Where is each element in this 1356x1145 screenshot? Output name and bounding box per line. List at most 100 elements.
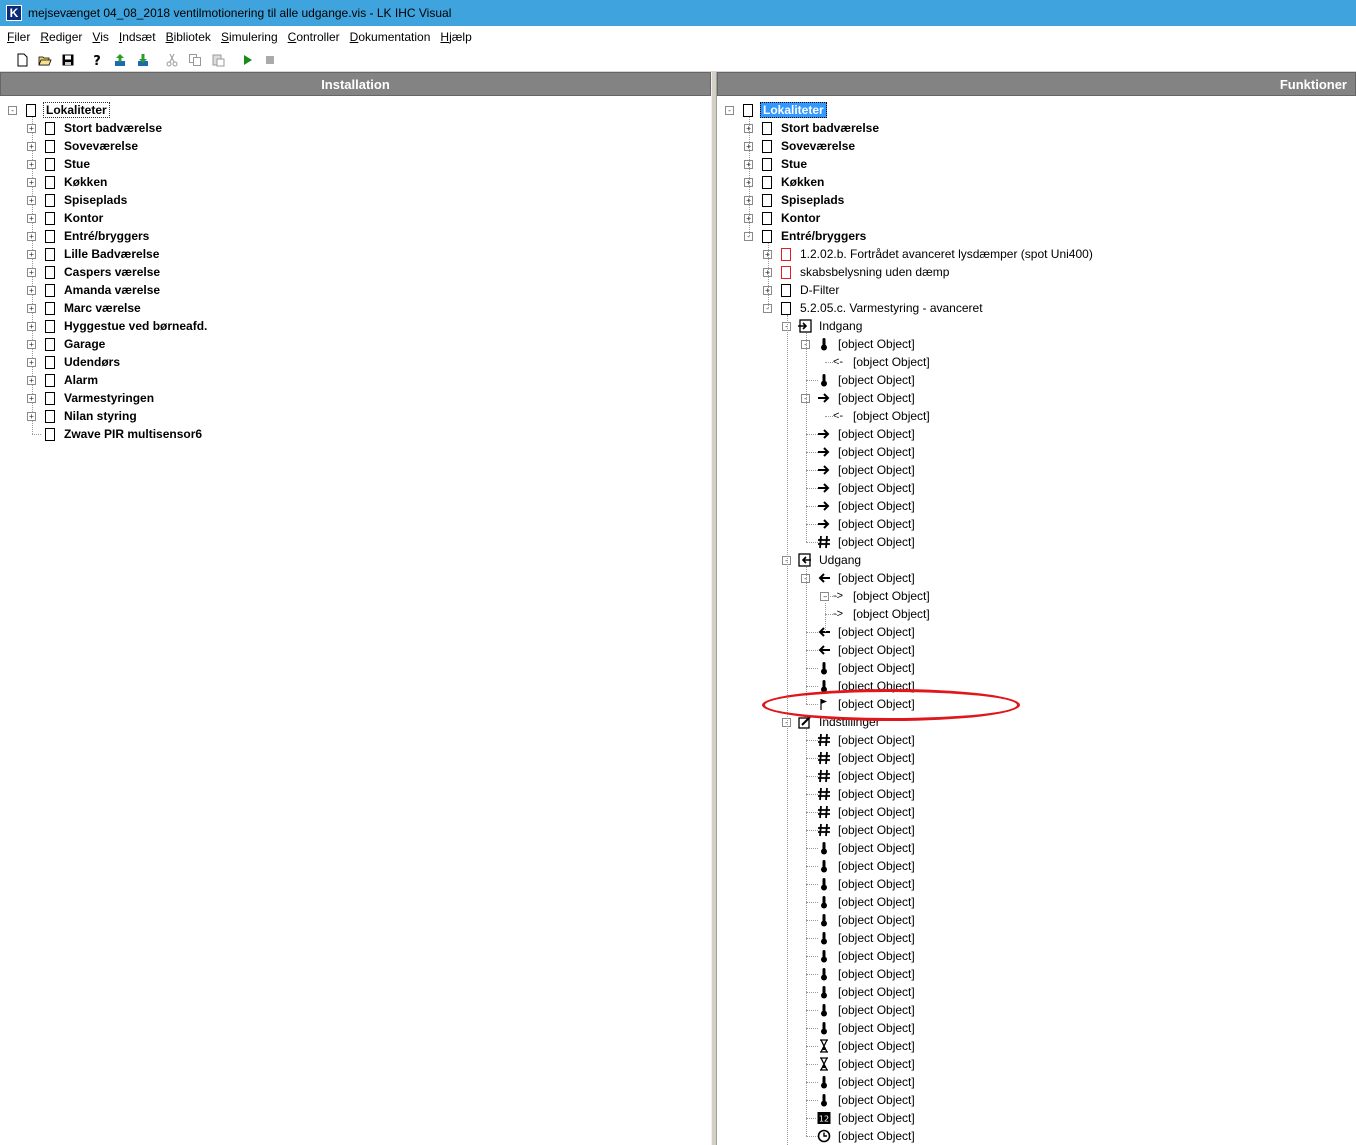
location-item[interactable]: + Spiseplads — [27, 191, 129, 209]
setting-item[interactable]: [object Object] — [801, 1001, 917, 1019]
expand-icon[interactable]: + — [27, 249, 36, 259]
setting-item[interactable]: [object Object] — [801, 803, 917, 821]
location-item[interactable]: + Alarm — [27, 371, 100, 389]
expand-icon[interactable]: + — [27, 195, 36, 205]
expand-icon[interactable]: + — [27, 339, 36, 349]
datapoint-item[interactable]: [object Object] — [801, 443, 917, 461]
cut-button[interactable] — [160, 50, 183, 70]
expand-icon[interactable]: + — [27, 159, 36, 169]
location-item[interactable]: + Varmestyringen — [27, 389, 156, 407]
group-udgang[interactable]: - Udgang — [782, 551, 863, 569]
download-button[interactable] — [131, 50, 154, 70]
location-item[interactable]: + Stue — [27, 155, 92, 173]
datapoint-item[interactable]: - [object Object] — [801, 335, 917, 353]
expand-icon[interactable]: + — [27, 303, 36, 313]
function-block-item[interactable]: -5.2.05.c. Varmestyring - avanceret — [763, 299, 985, 317]
run-button[interactable] — [235, 50, 258, 70]
stop-button[interactable] — [258, 50, 281, 70]
setting-item[interactable]: [object Object] — [801, 785, 917, 803]
expand-icon[interactable]: + — [27, 177, 36, 187]
location-item[interactable]: + Udendørs — [27, 353, 122, 371]
setting-item[interactable]: [object Object] — [801, 1055, 917, 1073]
location-item[interactable]: + Spiseplads — [744, 191, 846, 209]
setting-item[interactable]: [object Object] — [801, 1073, 917, 1091]
function-block-item[interactable]: +1.2.02.b. Fortrådet avanceret lysdæmper… — [763, 245, 1095, 263]
location-item[interactable]: + Kontor — [27, 209, 105, 227]
expand-icon[interactable]: + — [27, 267, 36, 277]
expand-icon[interactable]: + — [27, 285, 36, 295]
setting-item[interactable]: [object Object] — [801, 821, 917, 839]
setting-item[interactable]: [object Object] — [801, 875, 917, 893]
setting-item[interactable]: [object Object] — [801, 983, 917, 1001]
setting-item[interactable]: [object Object] — [801, 947, 917, 965]
datapoint-item[interactable]: [object Object] — [801, 659, 917, 677]
datapoint-item[interactable]: - [object Object] — [801, 569, 917, 587]
location-item[interactable]: + Køkken — [744, 173, 826, 191]
location-item[interactable]: - Entré/bryggers — [744, 227, 868, 245]
location-item[interactable]: + Marc værelse — [27, 299, 143, 317]
expand-icon[interactable]: + — [27, 231, 36, 241]
new-file-button[interactable] — [10, 50, 33, 70]
setting-item[interactable]: [object Object] — [801, 731, 917, 749]
expand-icon[interactable]: + — [27, 321, 36, 331]
expand-icon[interactable]: + — [27, 213, 36, 223]
save-button[interactable] — [56, 50, 79, 70]
setting-item[interactable]: [object Object] — [801, 1091, 917, 1109]
location-item[interactable]: + Nilan styring — [27, 407, 139, 425]
location-item[interactable]: + Kontor — [744, 209, 822, 227]
paste-button[interactable] — [206, 50, 229, 70]
setting-item[interactable]: [object Object] — [801, 839, 917, 857]
copy-button[interactable] — [183, 50, 206, 70]
expand-icon[interactable]: + — [27, 123, 36, 133]
datapoint-item[interactable]: [object Object] — [801, 371, 917, 389]
open-folder-button[interactable] — [33, 50, 56, 70]
setting-item[interactable]: [object Object] — [801, 893, 917, 911]
menu-hjælp[interactable]: Hjælp — [435, 30, 476, 44]
menu-vis[interactable]: Vis — [87, 30, 113, 44]
datapoint-item[interactable]: [object Object] — [801, 425, 917, 443]
expand-icon[interactable]: + — [27, 411, 36, 421]
datapoint-item[interactable]: [object Object] — [801, 533, 917, 551]
location-item[interactable]: + Soveværelse — [27, 137, 140, 155]
location-item[interactable]: + Soveværelse — [744, 137, 857, 155]
upload-button[interactable] — [108, 50, 131, 70]
datapoint-item[interactable]: [object Object] — [801, 623, 917, 641]
expand-icon[interactable]: + — [27, 357, 36, 367]
tree-root-lokaliteter[interactable]: - Lokaliteter — [8, 101, 110, 119]
collapse-icon[interactable]: - — [725, 105, 734, 115]
location-item[interactable]: Zwave PIR multisensor6 — [27, 425, 204, 443]
location-item[interactable]: + Entré/bryggers — [27, 227, 151, 245]
setting-item[interactable]: [object Object] — [801, 1127, 917, 1145]
location-item[interactable]: + Hyggestue ved børneafd. — [27, 317, 209, 335]
location-item[interactable]: + Stue — [744, 155, 809, 173]
setting-item[interactable]: [object Object] — [801, 857, 917, 875]
location-item[interactable]: + Caspers værelse — [27, 263, 162, 281]
datapoint-item[interactable]: [object Object] — [801, 497, 917, 515]
datapoint-item[interactable]: [object Object] — [801, 461, 917, 479]
collapse-icon[interactable]: - — [8, 105, 17, 115]
expand-icon[interactable]: + — [27, 141, 36, 151]
setting-item[interactable]: [object Object] — [801, 965, 917, 983]
setting-item[interactable]: [object Object] — [801, 767, 917, 785]
function-block-item[interactable]: + D-Filter — [763, 281, 841, 299]
location-item[interactable]: + Stort badværelse — [27, 119, 164, 137]
group-indgang[interactable]: - Indgang — [782, 317, 864, 335]
tree-root-lokaliteter[interactable]: - Lokaliteter — [725, 101, 827, 119]
location-item[interactable]: + Køkken — [27, 173, 109, 191]
datapoint-item[interactable]: [object Object] — [801, 479, 917, 497]
datapoint-item[interactable]: [object Object] — [801, 641, 917, 659]
setting-item[interactable]: 12 [object Object] — [801, 1109, 917, 1127]
location-item[interactable]: + Garage — [27, 335, 107, 353]
setting-item[interactable]: [object Object] — [801, 1037, 917, 1055]
menu-indsæt[interactable]: Indsæt — [114, 30, 161, 44]
expand-icon[interactable]: + — [27, 393, 36, 403]
menu-rediger[interactable]: Rediger — [35, 30, 87, 44]
setting-item[interactable]: [object Object] — [801, 1019, 917, 1037]
location-item[interactable]: + Lille Badværelse — [27, 245, 161, 263]
menu-controller[interactable]: Controller — [283, 30, 345, 44]
function-block-item[interactable]: + skabsbelysning uden dæmp — [763, 263, 951, 281]
datapoint-item[interactable]: - [object Object] — [801, 389, 917, 407]
location-item[interactable]: + Stort badværelse — [744, 119, 881, 137]
setting-item[interactable]: [object Object] — [801, 749, 917, 767]
menu-dokumentation[interactable]: Dokumentation — [345, 30, 436, 44]
